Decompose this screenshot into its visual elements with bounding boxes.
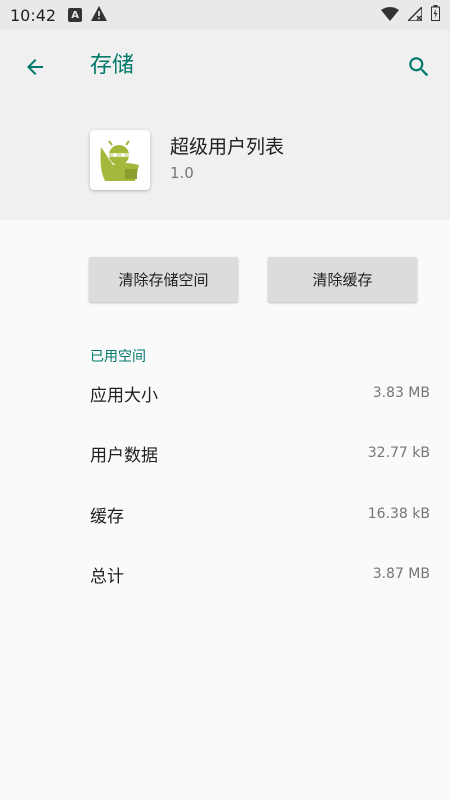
page-title: 存储: [90, 53, 135, 78]
android-app-icon: [95, 135, 145, 185]
search-icon: [409, 57, 429, 77]
app-version: 1.0: [170, 164, 194, 182]
status-bar: 10:42 A: [0, 0, 450, 30]
row-label: 总计: [90, 566, 124, 587]
app-info: 超级用户列表 1.0: [90, 130, 284, 190]
warning-icon: [91, 5, 108, 25]
app-header: 存储 超级用户列表 1.0: [0, 30, 450, 220]
battery-icon: [431, 5, 440, 25]
app-texts: 超级用户列表 1.0: [170, 134, 284, 182]
row-value: 32.77 kB: [367, 445, 430, 461]
a-notification-icon: A: [68, 8, 83, 22]
clear-cache-button[interactable]: 清除缓存: [268, 257, 417, 302]
row-label: 应用大小: [90, 385, 158, 406]
app-name: 超级用户列表: [170, 136, 285, 158]
clear-storage-button[interactable]: 清除存储空间: [89, 257, 238, 302]
storage-row-cache: 缓存 16.38 kB: [90, 494, 430, 534]
back-button[interactable]: [18, 50, 52, 84]
row-label: 缓存: [90, 506, 124, 527]
status-system-icons: [381, 4, 440, 25]
section-header-used-space: 已用空间: [90, 349, 146, 365]
row-value: 3.87 MB: [372, 566, 430, 582]
toolbar: 存储: [0, 30, 450, 102]
row-value: 3.83 MB: [372, 385, 430, 401]
storage-row-app-size: 应用大小 3.83 MB: [90, 373, 430, 413]
wifi-icon: [381, 6, 399, 25]
action-buttons: 清除存储空间 清除缓存: [89, 257, 417, 302]
storage-row-user-data: 用户数据 32.77 kB: [90, 433, 430, 473]
status-notification-icons: A: [68, 5, 108, 25]
arrow-left-icon: [27, 59, 43, 75]
search-button[interactable]: [402, 50, 436, 84]
row-value: 16.38 kB: [367, 506, 430, 522]
app-icon: [90, 130, 150, 190]
signal-icon: [406, 4, 423, 25]
row-label: 用户数据: [90, 445, 158, 466]
status-time: 10:42: [10, 5, 57, 25]
storage-row-total: 总计 3.87 MB: [90, 554, 430, 594]
